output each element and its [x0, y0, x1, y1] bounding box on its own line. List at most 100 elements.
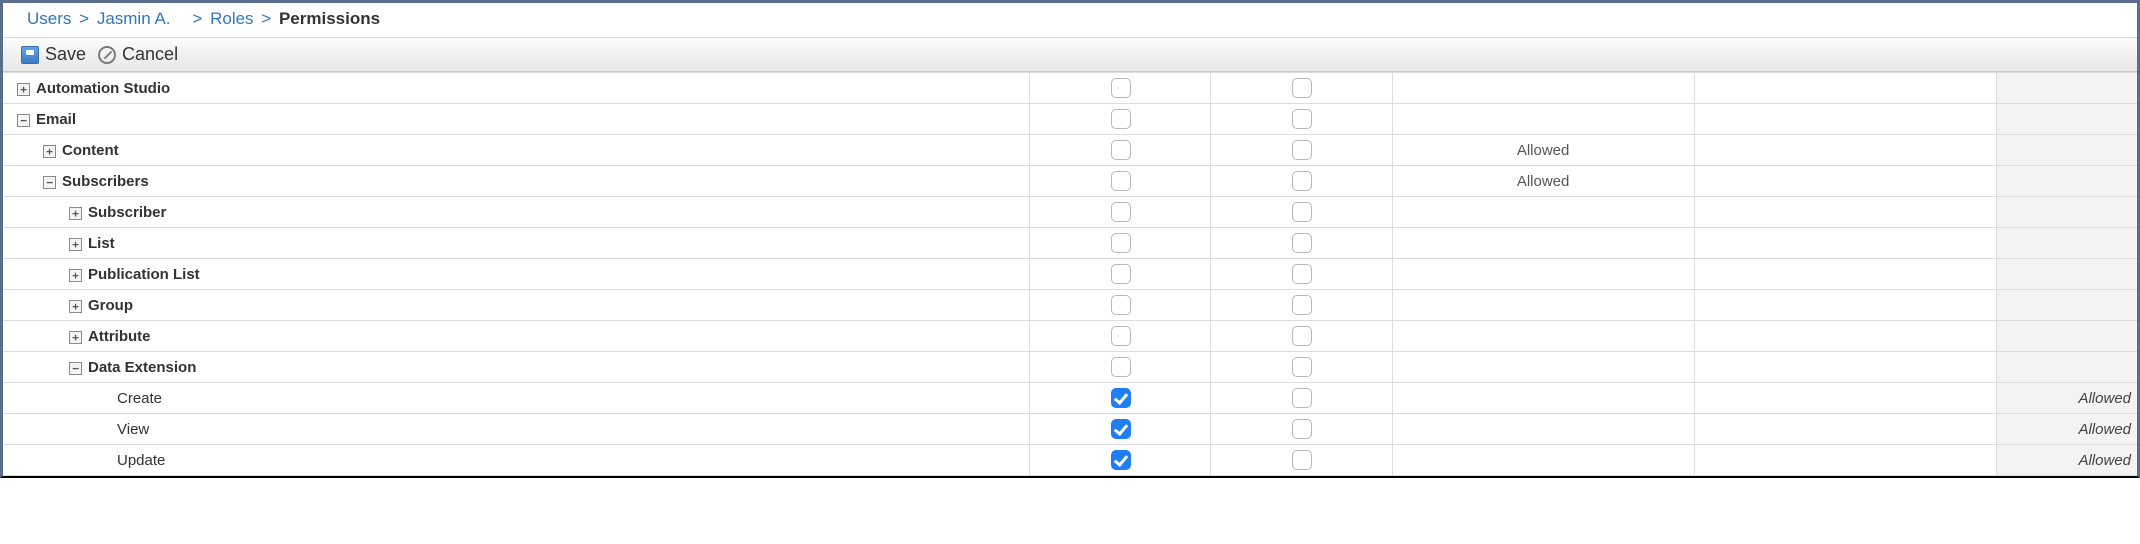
allow-checkbox[interactable] — [1111, 326, 1131, 346]
expand-icon[interactable]: + — [43, 145, 56, 158]
breadcrumb: Users > Jasmin A. > Roles > Permissions — [3, 3, 2137, 38]
inherited-status: Allowed — [1392, 166, 1694, 197]
collapse-icon[interactable]: − — [69, 362, 82, 375]
permission-row-de-update: Update Allowed — [3, 445, 2137, 476]
save-icon — [21, 46, 39, 64]
permission-row-de-create: CreateAllowed — [3, 383, 2137, 414]
deny-checkbox[interactable] — [1292, 202, 1312, 222]
status-col-2 — [1694, 197, 1996, 228]
effective-status — [1996, 166, 2137, 197]
permission-label: Content — [62, 142, 119, 159]
allow-checkbox[interactable] — [1111, 357, 1131, 377]
permission-label: Attribute — [88, 328, 151, 345]
inherited-status — [1392, 290, 1694, 321]
allow-checkbox[interactable] — [1111, 202, 1131, 222]
effective-status — [1996, 352, 2137, 383]
allow-checkbox[interactable] — [1111, 450, 1131, 470]
collapse-icon[interactable]: − — [17, 114, 30, 127]
deny-checkbox[interactable] — [1292, 388, 1312, 408]
expand-icon[interactable]: + — [69, 238, 82, 251]
allow-checkbox[interactable] — [1111, 233, 1131, 253]
inherited-status — [1392, 445, 1694, 476]
deny-checkbox[interactable] — [1292, 419, 1312, 439]
permission-label: Email — [36, 111, 76, 128]
status-col-2 — [1694, 135, 1996, 166]
effective-status: Allowed — [1996, 383, 2137, 414]
permission-label: Subscribers — [62, 173, 149, 190]
effective-status — [1996, 259, 2137, 290]
expand-icon[interactable]: + — [17, 83, 30, 96]
permissions-table: +Automation Studio−Email+ContentAllowed−… — [3, 72, 2137, 476]
allow-checkbox[interactable] — [1111, 171, 1131, 191]
deny-checkbox[interactable] — [1292, 109, 1312, 129]
permission-label: Publication List — [88, 266, 200, 283]
breadcrumb-user-link[interactable]: Jasmin A. — [97, 9, 171, 28]
permission-row-de-view: View Allowed — [3, 414, 2137, 445]
effective-status: Allowed — [1996, 414, 2137, 445]
status-col-2 — [1694, 290, 1996, 321]
status-col-2 — [1694, 445, 1996, 476]
breadcrumb-users-link[interactable]: Users — [27, 9, 71, 28]
expand-icon[interactable]: + — [69, 269, 82, 282]
allow-checkbox[interactable] — [1111, 109, 1131, 129]
inherited-status — [1392, 352, 1694, 383]
breadcrumb-roles-link[interactable]: Roles — [210, 9, 253, 28]
permission-row-group: +Group — [3, 290, 2137, 321]
deny-checkbox[interactable] — [1292, 295, 1312, 315]
deny-checkbox[interactable] — [1292, 78, 1312, 98]
status-col-2 — [1694, 383, 1996, 414]
breadcrumb-sep-icon: > — [79, 9, 89, 28]
inherited-status — [1392, 321, 1694, 352]
status-col-2 — [1694, 352, 1996, 383]
permission-label: Update — [117, 452, 165, 469]
effective-status — [1996, 73, 2137, 104]
inherited-status — [1392, 197, 1694, 228]
breadcrumb-current: Permissions — [279, 9, 380, 28]
allow-checkbox[interactable] — [1111, 140, 1131, 160]
expand-icon[interactable]: + — [69, 300, 82, 313]
inherited-status — [1392, 104, 1694, 135]
inherited-status — [1392, 414, 1694, 445]
deny-checkbox[interactable] — [1292, 264, 1312, 284]
save-button-label: Save — [45, 44, 86, 65]
inherited-status — [1392, 73, 1694, 104]
allow-checkbox[interactable] — [1111, 388, 1131, 408]
expand-icon[interactable]: + — [69, 331, 82, 344]
deny-checkbox[interactable] — [1292, 357, 1312, 377]
allow-checkbox[interactable] — [1111, 295, 1131, 315]
inherited-status — [1392, 228, 1694, 259]
permission-row-attribute: + Attribute — [3, 321, 2137, 352]
deny-checkbox[interactable] — [1292, 326, 1312, 346]
allow-checkbox[interactable] — [1111, 419, 1131, 439]
permission-label: View — [117, 421, 149, 438]
toolbar: Save Cancel — [3, 38, 2137, 72]
status-col-2 — [1694, 166, 1996, 197]
effective-status — [1996, 321, 2137, 352]
permission-row-automation-studio: + Automation Studio — [3, 73, 2137, 104]
status-col-2 — [1694, 104, 1996, 135]
permission-label: Automation Studio — [36, 80, 170, 97]
allow-checkbox[interactable] — [1111, 264, 1131, 284]
permission-row-email: −Email — [3, 104, 2137, 135]
status-col-2 — [1694, 259, 1996, 290]
allow-checkbox[interactable] — [1111, 78, 1131, 98]
status-col-2 — [1694, 321, 1996, 352]
deny-checkbox[interactable] — [1292, 140, 1312, 160]
permission-row-publication-list: + Publication List — [3, 259, 2137, 290]
deny-checkbox[interactable] — [1292, 171, 1312, 191]
inherited-status — [1392, 259, 1694, 290]
deny-checkbox[interactable] — [1292, 450, 1312, 470]
effective-status: Allowed — [1996, 445, 2137, 476]
permission-row-data-extension: −Data Extension — [3, 352, 2137, 383]
cancel-button[interactable]: Cancel — [98, 44, 178, 65]
breadcrumb-sep-icon: > — [261, 9, 271, 28]
effective-status — [1996, 104, 2137, 135]
collapse-icon[interactable]: − — [43, 176, 56, 189]
permission-label: Subscriber — [88, 204, 166, 221]
deny-checkbox[interactable] — [1292, 233, 1312, 253]
cancel-button-label: Cancel — [122, 44, 178, 65]
save-button[interactable]: Save — [21, 44, 86, 65]
expand-icon[interactable]: + — [69, 207, 82, 220]
effective-status — [1996, 228, 2137, 259]
permission-row-subscriber: + Subscriber — [3, 197, 2137, 228]
